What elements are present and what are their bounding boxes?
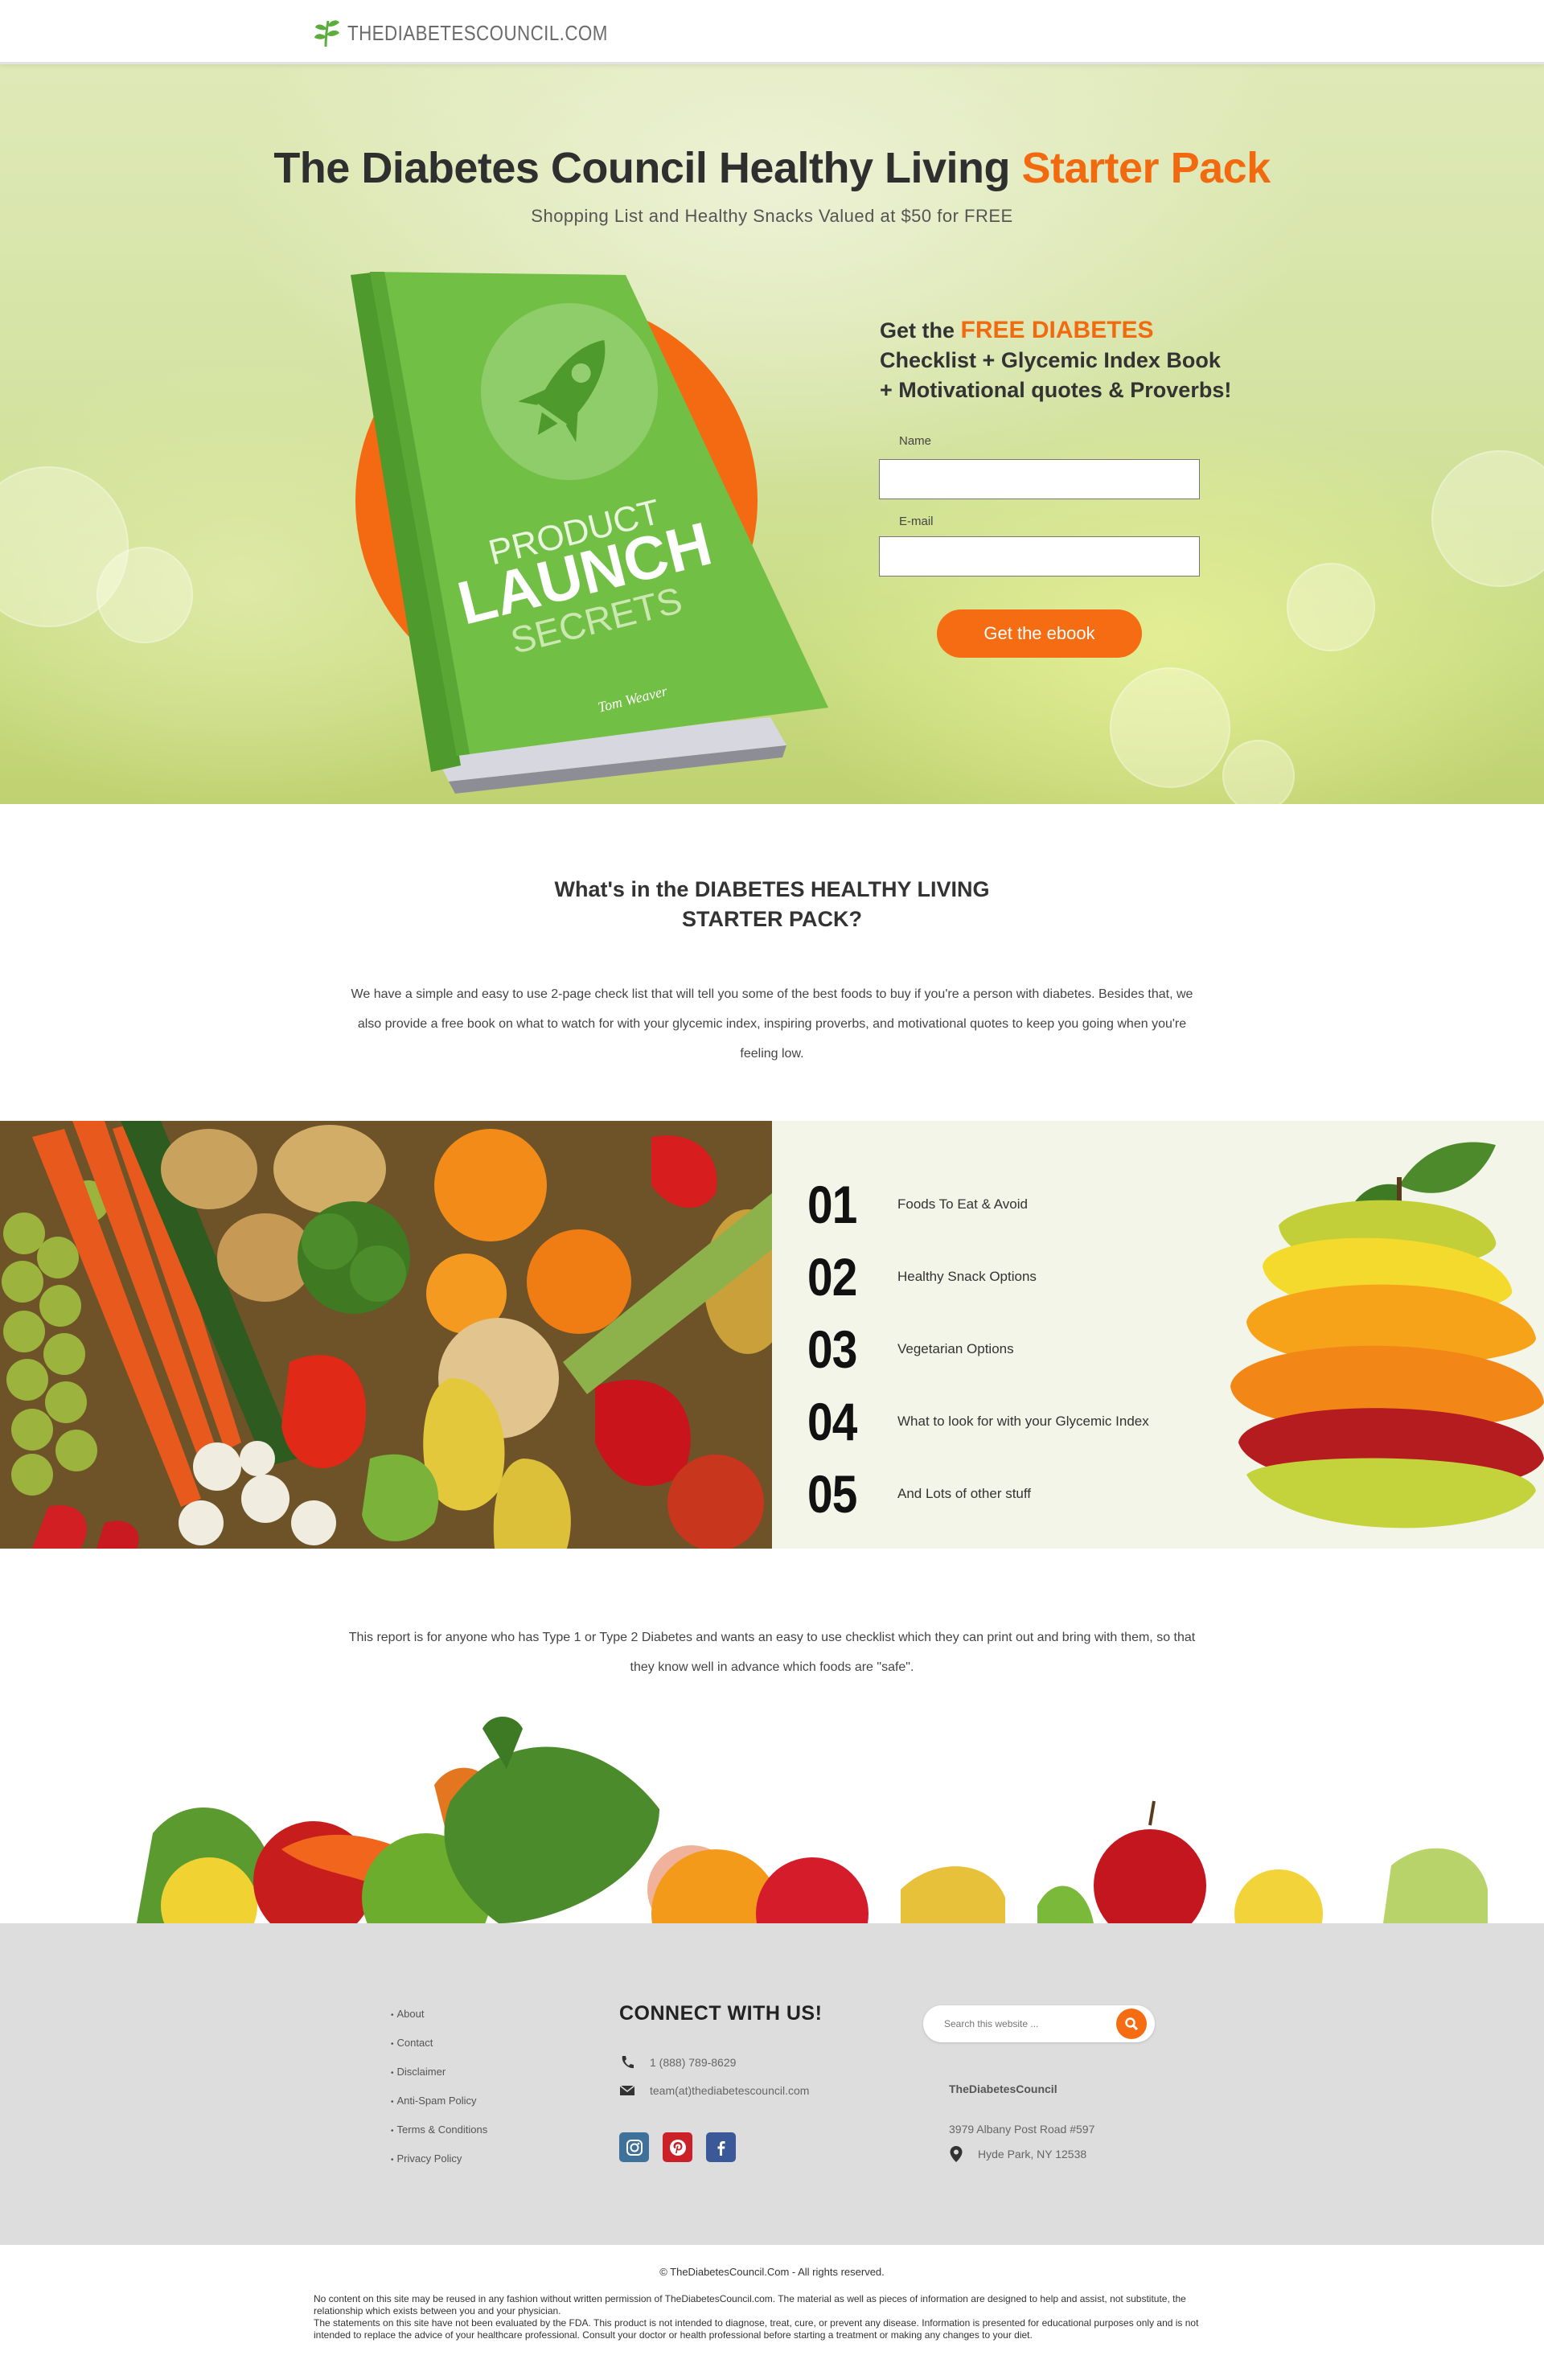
site-logo[interactable]: THEDIABETESCOUNCIL.COM — [314, 18, 651, 48]
disclaimer-paragraph-1: No content on this site may be reused in… — [314, 2293, 1186, 2316]
footer-link-disclaimer[interactable]: Disclaimer — [391, 2065, 487, 2094]
ebook-cover: PRODUCT LAUNCH SECRETS Tom Weaver — [336, 267, 835, 804]
form-heading: Get the FREE DIABETES Checklist + Glycem… — [880, 315, 1234, 405]
bokeh-decoration — [1431, 450, 1544, 587]
pinterest-icon[interactable] — [663, 2132, 692, 2162]
connect-heading: CONNECT WITH US! — [619, 2002, 823, 2025]
search-input[interactable] — [944, 2015, 1113, 2033]
hero-title-main: The Diabetes Council Healthy Living — [273, 144, 1022, 192]
envelope-icon — [619, 2085, 635, 2095]
instagram-icon[interactable] — [619, 2132, 649, 2162]
bokeh-decoration — [96, 547, 193, 643]
footer-link-about[interactable]: About — [391, 2007, 487, 2036]
bokeh-decoration — [1222, 740, 1295, 804]
legal-disclaimer: No content on this site may be reused in… — [314, 2293, 1230, 2341]
search-button[interactable] — [1116, 2009, 1147, 2039]
name-field[interactable] — [879, 459, 1200, 499]
fruit-vegetable-banner — [0, 1697, 1544, 1923]
report-paragraph: This report is for anyone who has Type 1… — [348, 1631, 1196, 1674]
get-ebook-button[interactable]: Get the ebook — [937, 609, 1142, 658]
hero-subtitle: Shopping List and Healthy Snacks Valued … — [531, 206, 1013, 226]
footer-link-contact[interactable]: Contact — [391, 2036, 487, 2065]
list-number: 01 — [807, 1175, 857, 1234]
hero-title-accent: Starter Pack — [1021, 144, 1271, 192]
vegetables-image — [0, 1121, 772, 1549]
list-item: 03 Vegetarian Options — [807, 1319, 1014, 1380]
form-heading-prefix: Get the — [880, 318, 961, 343]
phone-icon — [622, 2056, 634, 2069]
list-number: 04 — [807, 1392, 857, 1451]
bokeh-decoration — [1110, 667, 1230, 788]
map-pin-icon — [950, 2146, 963, 2162]
list-number: 03 — [807, 1319, 857, 1379]
footer-link-privacy[interactable]: Privacy Policy — [391, 2152, 487, 2181]
address-line1: 3979 Albany Post Road #597 — [949, 2123, 1095, 2136]
organization-name: TheDiabetesCouncil — [949, 2082, 1057, 2095]
hero-title: The Diabetes Council Healthy Living Star… — [0, 143, 1544, 193]
form-heading-rest: Checklist + Glycemic Index Book + Motiva… — [880, 348, 1232, 402]
search-icon — [1125, 2017, 1139, 2031]
list-text: Foods To Eat & Avoid — [897, 1196, 1028, 1212]
list-text: Healthy Snack Options — [897, 1269, 1037, 1284]
list-text: What to look for with your Glycemic Inde… — [897, 1414, 1149, 1429]
list-item: 04 What to look for with your Glycemic I… — [807, 1391, 1149, 1452]
search-box — [923, 2005, 1155, 2042]
top-bar: THEDIABETESCOUNCIL.COM — [0, 0, 1544, 64]
address-line2: Hyde Park, NY 12538 — [978, 2148, 1087, 2160]
section-paragraph: We have a simple and easy to use 2-page … — [351, 987, 1193, 1061]
phone-contact[interactable]: 1 (888) 789-8629 — [619, 2054, 736, 2070]
footer: About Contact Disclaimer Anti-Spam Polic… — [0, 1923, 1544, 2245]
form-heading-highlight: FREE DIABETES — [960, 317, 1154, 343]
stacked-fruit-image — [1230, 1142, 1544, 1529]
list-item: 05 And Lots of other stuff — [807, 1463, 1031, 1524]
logo-text: THEDIABETESCOUNCIL.COM — [347, 20, 608, 45]
footer-link-terms[interactable]: Terms & Conditions — [391, 2123, 488, 2152]
section-title: What's in the DIABETES HEALTHY LIVING ST… — [0, 875, 1544, 934]
footer-link-anti-spam[interactable]: Anti-Spam Policy — [391, 2094, 487, 2123]
hero-section: The Diabetes Council Healthy Living Star… — [0, 64, 1544, 804]
list-number: 02 — [807, 1247, 857, 1307]
list-text: Vegetarian Options — [897, 1341, 1014, 1356]
section-title-line1: What's in the DIABETES HEALTHY LIVING — [554, 877, 990, 901]
email-field[interactable] — [879, 536, 1200, 577]
name-label: Name — [899, 434, 932, 448]
list-text: And Lots of other stuff — [897, 1486, 1032, 1501]
bokeh-decoration — [1287, 563, 1375, 651]
copyright: © TheDiabetesCouncil.Com - All rights re… — [659, 2266, 885, 2278]
email-label: E-mail — [899, 515, 934, 528]
email-address: team(at)thediabetescouncil.com — [650, 2084, 810, 2097]
numbered-list-panel: 01 Foods To Eat & Avoid 02 Healthy Snack… — [772, 1121, 1544, 1549]
phone-number: 1 (888) 789-8629 — [650, 2056, 737, 2069]
address-line2-row: Hyde Park, NY 12538 — [949, 2145, 1086, 2163]
disclaimer-paragraph-2: The statements on this site have not bee… — [314, 2317, 1199, 2341]
footer-links: About Contact Disclaimer Anti-Spam Polic… — [391, 2007, 488, 2181]
facebook-icon[interactable] — [706, 2132, 736, 2162]
social-links — [619, 2132, 736, 2162]
list-number: 05 — [807, 1464, 857, 1524]
list-item: 02 Healthy Snack Options — [807, 1246, 1037, 1307]
section-title-line2: STARTER PACK? — [682, 907, 862, 931]
email-contact[interactable]: team(at)thediabetescouncil.com — [619, 2082, 809, 2099]
list-item: 01 Foods To Eat & Avoid — [807, 1174, 1028, 1235]
leaf-icon — [314, 20, 339, 47]
